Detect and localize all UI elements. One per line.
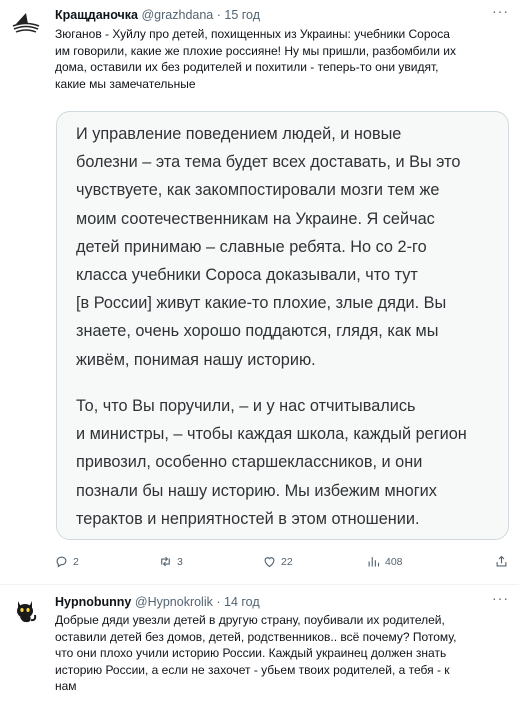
quote-image-card[interactable]: И управление поведением людей, и новые б…: [56, 111, 509, 540]
author-avatar[interactable]: [10, 8, 42, 40]
quote-line: детей принимаю – славные ребята. Но со 2…: [76, 237, 427, 256]
reply-button[interactable]: 2: [54, 554, 79, 569]
like-button[interactable]: 22: [262, 554, 293, 569]
quote-line: терактов и неприятностей в этом отношени…: [76, 509, 420, 528]
author-name[interactable]: Кращданочка: [55, 8, 138, 22]
retweet-icon: [161, 556, 170, 567]
tweet-text-line: дома, оставили их без родителей и похити…: [55, 60, 439, 74]
share-button[interactable]: [494, 554, 509, 569]
reply-icon: [56, 556, 67, 568]
tweet-1[interactable]: Кращданочка @grazhdana · 15 год ··· Зюга…: [0, 0, 519, 584]
author-handle[interactable]: @Hypnokrolik: [135, 595, 213, 609]
author-avatar[interactable]: [10, 595, 42, 627]
quote-line: [в России] живут какие-то плохие, злые д…: [76, 294, 447, 313]
quote-line: живём, понимая нашу историю.: [76, 350, 316, 369]
tweet-actions: 2 3 22 408: [54, 554, 514, 572]
retweet-count: 3: [177, 555, 183, 568]
like-count: 22: [281, 555, 293, 568]
quote-paragraph-2: То, что Вы поручили, – и у нас отчитывал…: [76, 392, 496, 533]
tweet-2[interactable]: Hypnobunny @Hypnokrolik · 14 год ··· Доб…: [0, 585, 519, 706]
retweet-button[interactable]: 3: [158, 554, 183, 569]
quote-line: познали бы нашу историю. Мы избежим мног…: [76, 481, 437, 500]
views-button[interactable]: 408: [366, 554, 403, 569]
quote-line: и министры, – чтобы каждая школа, каждый…: [76, 425, 467, 444]
quote-line: И управление поведением людей, и новые: [76, 125, 402, 143]
views-count: 408: [385, 555, 403, 568]
quote-line: знаете, очень хорошо поддаются, глядя, к…: [76, 322, 439, 341]
header-separator: ·: [216, 595, 221, 609]
tweet-header: Кращданочка @grazhdana · 15 год: [55, 8, 260, 22]
reply-count: 2: [73, 555, 79, 568]
quote-paragraph-1: И управление поведением людей, и новые б…: [76, 120, 496, 374]
more-icon[interactable]: ···: [492, 590, 509, 606]
tweet-text-line: какие мы замечательные: [55, 76, 196, 91]
shark-avatar-icon: [12, 13, 40, 33]
quote-line: болезни – эта тема будет всех доставать,…: [76, 153, 461, 172]
quote-line: чувствуете, как закомпостировали мозги т…: [76, 181, 440, 200]
quote-line: моим соотечественникам на Украине. Я сей…: [76, 209, 435, 228]
header-separator: ·: [216, 8, 221, 22]
quote-line: То, что Вы поручили, – и у нас отчитывал…: [76, 397, 416, 415]
tweet-text-line: историю России, а если не захочет - убье…: [55, 662, 450, 677]
tweet-time[interactable]: 15 год: [224, 8, 260, 22]
author-name[interactable]: Hypnobunny: [55, 595, 131, 609]
tweet-text-line: что они плохо учили историю России. Кажд…: [55, 646, 447, 660]
author-handle[interactable]: @grazhdana: [141, 8, 213, 22]
cat-avatar-icon: [17, 601, 37, 623]
tweet-text-line: нам: [55, 679, 77, 693]
like-icon: [264, 557, 275, 568]
views-icon: [368, 557, 380, 567]
tweet-text: Зюганов - Хуйлу про детей, похищенных из…: [55, 26, 515, 92]
tweet-text-line: Добрые дяди увезли детей в другую страну…: [55, 613, 445, 627]
tweet-text: Добрые дяди увезли детей в другую страну…: [55, 612, 515, 695]
tweet-text-line: оставили детей без домов, детей, родстве…: [55, 629, 457, 644]
quote-line: класса учебники Сороса доказывали, что т…: [76, 266, 418, 285]
more-icon[interactable]: ···: [492, 3, 509, 19]
share-icon: [496, 555, 507, 567]
tweet-text-line: Зюганов - Хуйлу про детей, похищенных из…: [55, 27, 450, 41]
tweet-time[interactable]: 14 год: [224, 595, 260, 609]
tweet-text-line: им говорили, какие же плохие россияне! Н…: [55, 43, 456, 58]
tweet-header: Hypnobunny @Hypnokrolik · 14 год: [55, 595, 260, 609]
quote-line: привозил, особенно старшеклассников, и о…: [76, 453, 423, 472]
